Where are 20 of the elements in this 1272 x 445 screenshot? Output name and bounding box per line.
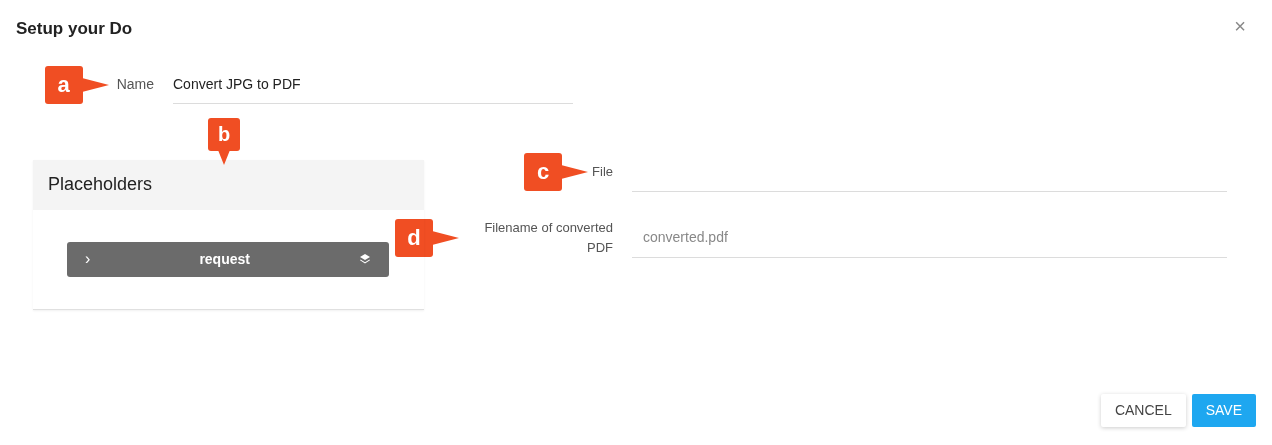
close-button[interactable]: × [1234, 16, 1246, 36]
field-label: File [592, 162, 613, 181]
callout-pointer [561, 164, 589, 179]
callout-badge: a [44, 65, 83, 104]
panel-title: Placeholders [48, 173, 153, 196]
callout-badge: d [395, 218, 433, 257]
callout-pointer [81, 77, 109, 92]
name-field[interactable]: Convert JPG to PDF [173, 65, 573, 104]
dialog-title: Setup your Do [16, 18, 133, 40]
callout-badge: c [524, 152, 563, 191]
field-label: Filename of converted PDF [483, 218, 613, 257]
callout-pointer [218, 149, 230, 165]
input-field[interactable]: converted.pdf [632, 217, 1227, 258]
placeholder-item[interactable]: › request [67, 241, 389, 277]
callout-pointer [432, 230, 459, 245]
callout-badge: b [208, 117, 240, 151]
layers-icon [359, 253, 371, 265]
cancel-button[interactable]: CANCEL [1100, 394, 1186, 427]
field-label: Name [116, 75, 154, 94]
save-button[interactable]: SAVE [1191, 394, 1256, 427]
